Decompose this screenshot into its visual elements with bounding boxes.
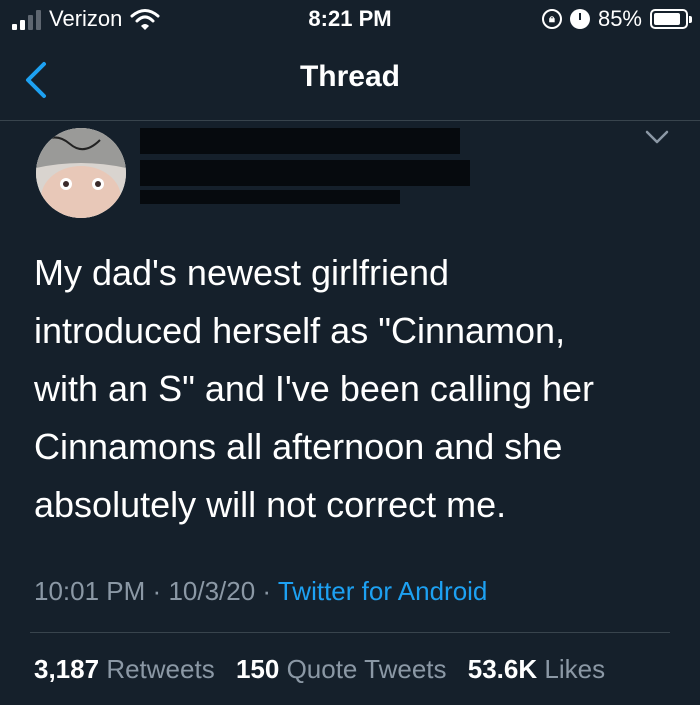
divider <box>30 632 670 633</box>
likes-label: Likes <box>544 654 606 684</box>
meta-separator: · <box>152 576 162 606</box>
tweet-date: 10/3/20 <box>168 576 256 606</box>
likes-count: 53.6K <box>467 654 538 684</box>
thread-screen: Verizon 8:21 PM 🔒︎ 85% Thread My dad's n… <box>0 0 700 705</box>
redacted-name <box>140 128 460 154</box>
tweet-time: 10:01 PM <box>34 576 146 606</box>
tweet-meta: 10:01 PM · 10/3/20 · Twitter for Android <box>34 576 487 607</box>
avatar[interactable] <box>36 128 126 218</box>
meta-separator: · <box>262 576 272 606</box>
avatar-image <box>36 128 126 218</box>
quote-tweets-stat[interactable]: 150 Quote Tweets <box>236 654 447 684</box>
tweet-text: My dad's newest girlfriend introduced he… <box>34 252 595 525</box>
tweet-author[interactable] <box>0 120 700 220</box>
battery-icon <box>650 9 692 29</box>
redacted-handle <box>140 160 470 186</box>
page-title: Thread <box>299 60 401 93</box>
retweets-count: 3,187 <box>34 654 100 684</box>
battery-percent: 85% <box>597 6 642 31</box>
orientation-lock-icon: 🔒︎ <box>541 9 562 29</box>
retweets-stat[interactable]: 3,187 Retweets <box>34 654 215 684</box>
likes-stat[interactable]: 53.6K Likes <box>468 654 605 684</box>
quote-tweets-label: Quote Tweets <box>286 654 447 684</box>
alarm-icon <box>569 9 590 29</box>
quote-tweets-count: 150 <box>235 654 280 684</box>
tweet-stats: 3,187 Retweets 150 Quote Tweets 53.6K Li… <box>34 654 605 685</box>
status-right: 🔒︎ 85% <box>541 6 692 32</box>
battery-fill <box>654 13 680 25</box>
tweet-source-link[interactable]: Twitter for Android <box>278 576 488 606</box>
status-bar: Verizon 8:21 PM 🔒︎ 85% <box>0 0 700 40</box>
redacted-bar <box>140 190 400 204</box>
retweets-label: Retweets <box>106 654 215 684</box>
nav-bar: Thread <box>0 46 700 114</box>
chevron-down-icon[interactable] <box>644 128 670 146</box>
